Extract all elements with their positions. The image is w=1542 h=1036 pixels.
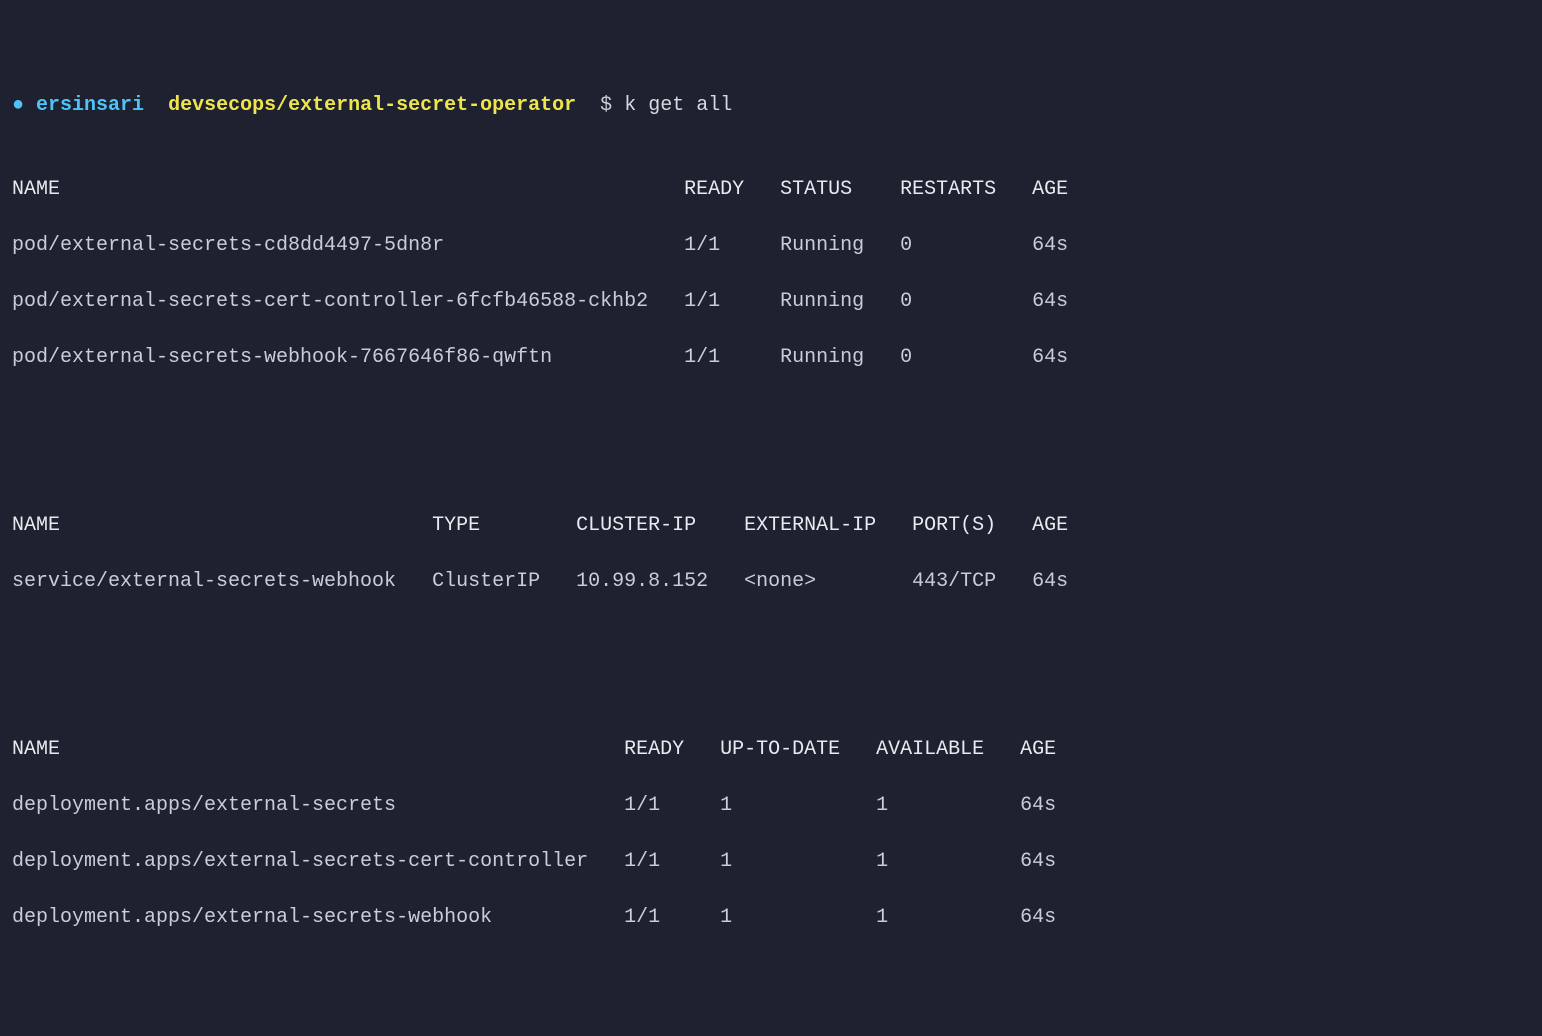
pods-header: NAME READY STATUS RESTARTS AGE xyxy=(12,176,1530,204)
prompt-line: ● ersinsari devsecops/external-secret-op… xyxy=(12,92,1530,120)
deployments-header: NAME READY UP-TO-DATE AVAILABLE AGE xyxy=(12,736,1530,764)
table-row: deployment.apps/external-secrets-webhook… xyxy=(12,904,1530,932)
table-row: deployment.apps/external-secrets 1/1 1 1… xyxy=(12,792,1530,820)
services-block: NAME TYPE CLUSTER-IP EXTERNAL-IP PORT(S)… xyxy=(12,484,1530,624)
deployments-block: NAME READY UP-TO-DATE AVAILABLE AGE depl… xyxy=(12,708,1530,960)
spacer xyxy=(12,652,1530,680)
pods-block: NAME READY STATUS RESTARTS AGE pod/exter… xyxy=(12,148,1530,400)
spacer xyxy=(12,428,1530,456)
prompt-user: ersinsari xyxy=(36,94,144,117)
table-row: pod/external-secrets-cd8dd4497-5dn8r 1/1… xyxy=(12,232,1530,260)
services-header: NAME TYPE CLUSTER-IP EXTERNAL-IP PORT(S)… xyxy=(12,512,1530,540)
prompt-path: devsecops/external-secret-operator xyxy=(168,94,576,117)
spacer xyxy=(12,988,1530,1016)
table-row: pod/external-secrets-cert-controller-6fc… xyxy=(12,288,1530,316)
table-row: service/external-secrets-webhook Cluster… xyxy=(12,568,1530,596)
table-row: deployment.apps/external-secrets-cert-co… xyxy=(12,848,1530,876)
prompt-symbol: $ xyxy=(600,94,612,117)
prompt-bullet: ● xyxy=(12,94,24,117)
command-input[interactable]: k get all xyxy=(624,94,732,117)
table-row: pod/external-secrets-webhook-7667646f86-… xyxy=(12,344,1530,372)
